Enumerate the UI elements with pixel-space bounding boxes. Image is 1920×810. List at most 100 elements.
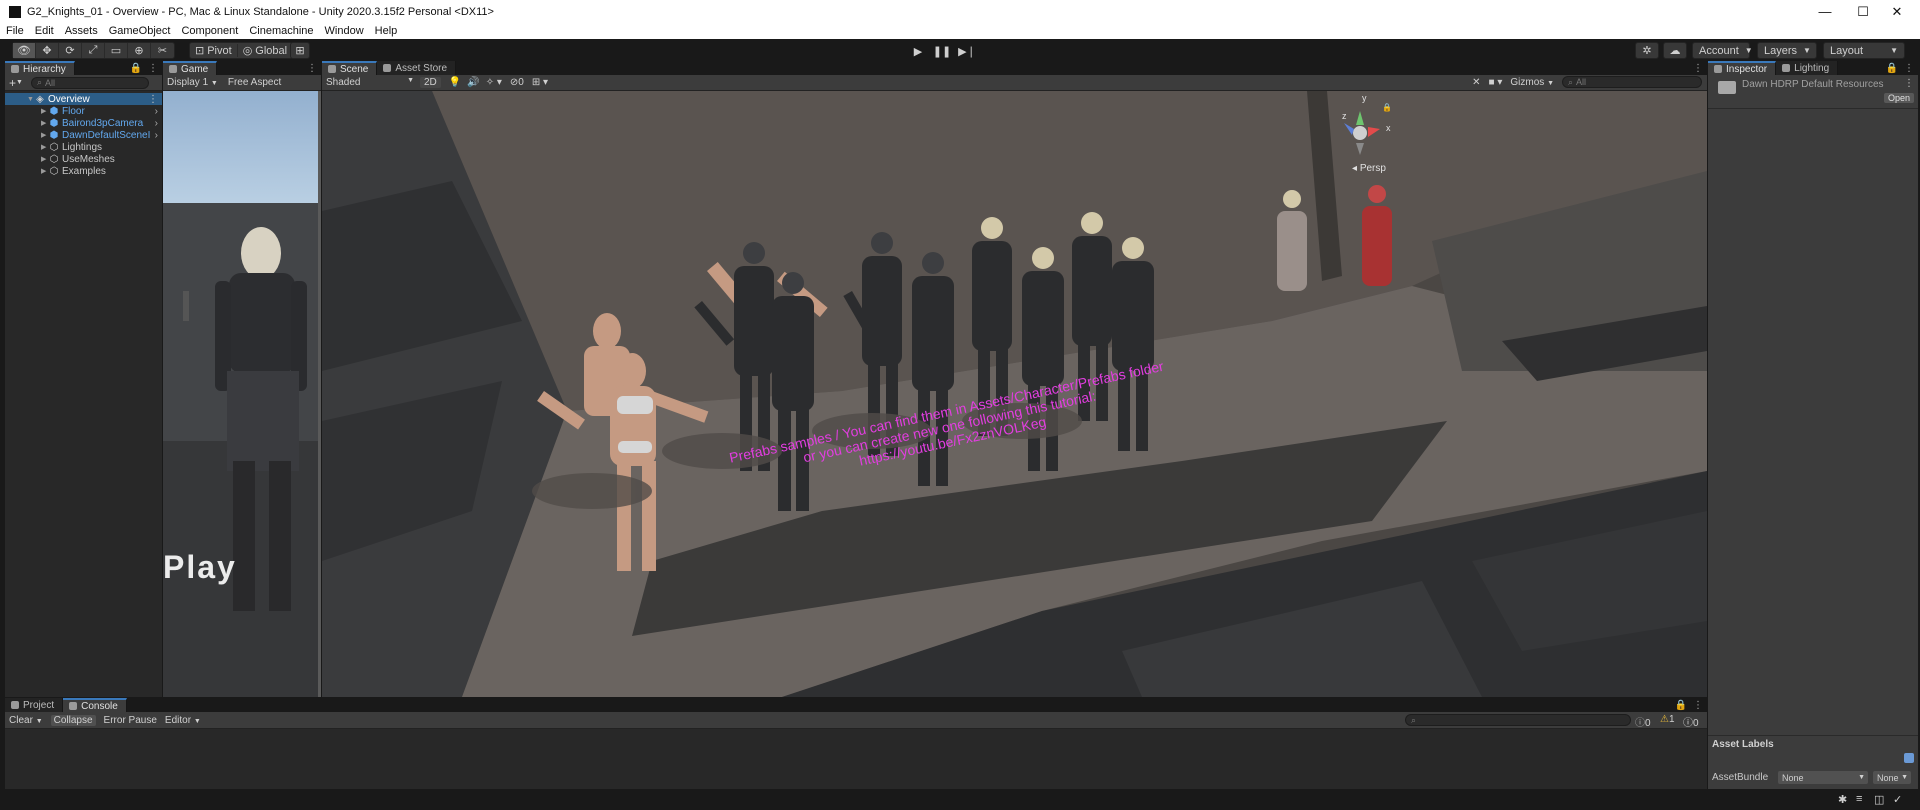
menu-cinemachine[interactable]: Cinemachine	[249, 25, 313, 37]
scale-tool-icon[interactable]: ⤢	[82, 43, 105, 58]
expand-arrow-icon[interactable]: ▶	[41, 155, 49, 163]
more-icon[interactable]: ⋮	[148, 94, 158, 105]
transform-tools: 👁 ✥ ⟳ ⤢ ▭ ⊕ ✂	[12, 42, 175, 59]
lock-icon[interactable]: 🔒	[1886, 63, 1898, 74]
tab-inspector[interactable]: Inspector	[1708, 61, 1777, 75]
asset-variant-dropdown[interactable]: None ▼	[1873, 771, 1911, 784]
pivot-toggle[interactable]: ⊡ Pivot	[190, 44, 237, 58]
expand-arrow-icon[interactable]: ▶	[41, 119, 49, 127]
more-icon[interactable]: ⋮	[1904, 63, 1914, 74]
tools-icon[interactable]: ✕	[1472, 77, 1480, 88]
more-icon[interactable]: ⋮	[1904, 78, 1914, 89]
rect-tool-icon[interactable]: ▭	[105, 43, 128, 58]
more-icon[interactable]: ⋮	[148, 63, 158, 74]
menu-help[interactable]: Help	[375, 25, 398, 37]
hierarchy-item-dawn-default[interactable]: ▶ ⬢ DawnDefaultSceneI ›	[5, 129, 162, 141]
custom-tool-icon[interactable]: ✂	[151, 43, 174, 58]
warning-filter-toggle[interactable]: ⚠1	[1660, 714, 1675, 725]
gizmos-dropdown[interactable]: Gizmos ▼	[1510, 77, 1554, 88]
check-circle-icon[interactable]: ✓	[1893, 793, 1902, 806]
menu-assets[interactable]: Assets	[65, 25, 98, 37]
display-dropdown[interactable]: Display 1 ▼	[167, 77, 218, 88]
lighting-bake-icon[interactable]: ◫	[1874, 793, 1884, 806]
chevron-right-icon[interactable]: ›	[155, 118, 158, 129]
tab-label: Hierarchy	[23, 63, 66, 75]
tab-hierarchy[interactable]: Hierarchy	[5, 61, 75, 75]
bug-icon[interactable]: ✱	[1838, 793, 1847, 806]
tab-scene[interactable]: Scene	[322, 61, 378, 75]
expand-arrow-icon[interactable]: ▶	[41, 131, 49, 139]
menu-gameobject[interactable]: GameObject	[109, 25, 171, 37]
lock-icon[interactable]: 🔒	[130, 63, 142, 74]
clear-dropdown[interactable]: Clear ▼	[9, 715, 43, 726]
layout-dropdown[interactable]: Layout ▼	[1823, 42, 1905, 59]
grid-snap-button[interactable]: ⊞	[290, 42, 310, 59]
toggle-2d-button[interactable]: 2D	[420, 77, 441, 88]
menu-edit[interactable]: Edit	[35, 25, 54, 37]
lighting-toggle-icon[interactable]: 💡	[449, 77, 461, 88]
grid-toggle-icon[interactable]: ⊞ ▾	[532, 77, 548, 88]
collab-button[interactable]: ✲	[1635, 42, 1659, 59]
audio-toggle-icon[interactable]: 🔊	[467, 77, 479, 88]
log-filter-toggle[interactable]: ⓘ0	[1635, 714, 1651, 729]
cloud-button[interactable]: ☁	[1663, 42, 1687, 59]
error-pause-toggle[interactable]: Error Pause	[104, 715, 157, 726]
hidden-objects-toggle[interactable]: ⊘0	[510, 77, 524, 88]
expand-arrow-icon[interactable]: ▶	[41, 167, 49, 175]
asset-bundle-dropdown[interactable]: None ▼	[1778, 771, 1868, 784]
scene-search-input[interactable]: ⌕ All	[1562, 76, 1702, 88]
hierarchy-item-floor[interactable]: ▶ ⬢ Floor ›	[5, 105, 162, 117]
tab-lighting[interactable]: Lighting	[1776, 61, 1839, 75]
close-button[interactable]: ✕	[1874, 0, 1920, 23]
aspect-dropdown[interactable]: Free Aspect	[228, 77, 281, 88]
more-icon[interactable]: ⋮	[1693, 700, 1703, 711]
scene-viewport[interactable]: Prefabs samples / You can find them in A…	[322, 91, 1707, 697]
expand-arrow-icon[interactable]: ▶	[41, 107, 49, 115]
hierarchy-item-usemeshes[interactable]: ▶ ⬡ UseMeshes	[5, 153, 162, 165]
hierarchy-item-camera[interactable]: ▶ ⬢ Bairond3pCamera ›	[5, 117, 162, 129]
chevron-right-icon[interactable]: ›	[155, 130, 158, 141]
persp-label[interactable]: ◂ Persp	[1352, 163, 1386, 174]
console-log-list[interactable]	[5, 729, 1707, 789]
layers-stack-icon[interactable]: ≡	[1856, 793, 1862, 805]
editor-dropdown[interactable]: Editor ▼	[165, 715, 201, 726]
rotate-tool-icon[interactable]: ⟳	[59, 43, 82, 58]
error-filter-toggle[interactable]: ⓘ0	[1683, 714, 1699, 729]
game-viewport[interactable]: Play	[163, 91, 321, 697]
move-tool-icon[interactable]: ✥	[36, 43, 59, 58]
menu-component[interactable]: Component	[181, 25, 238, 37]
expand-arrow-icon[interactable]: ▼	[27, 96, 35, 103]
tag-icon[interactable]	[1904, 753, 1914, 763]
global-toggle[interactable]: ◎ Global	[236, 44, 292, 57]
tab-project[interactable]: Project	[5, 698, 64, 712]
step-button[interactable]: ▶❘	[957, 43, 977, 59]
view-tool-icon[interactable]: 👁	[13, 43, 36, 58]
more-icon[interactable]: ⋮	[307, 63, 317, 74]
collapse-toggle[interactable]: Collapse	[50, 714, 96, 726]
menu-window[interactable]: Window	[325, 25, 364, 37]
lock-icon[interactable]: 🔒	[1675, 700, 1687, 711]
hierarchy-item-lightings[interactable]: ▶ ⬡ Lightings	[5, 141, 162, 153]
hierarchy-search-input[interactable]: ⌕ All	[30, 76, 149, 89]
camera-dropdown-icon[interactable]: ■ ▾	[1489, 77, 1503, 88]
shading-mode-dropdown[interactable]: Shaded ▼	[326, 77, 414, 88]
layers-dropdown[interactable]: Layers ▼	[1757, 42, 1817, 59]
effects-toggle-icon[interactable]: ✧ ▾	[486, 77, 502, 88]
chevron-right-icon[interactable]: ›	[155, 106, 158, 117]
menu-file[interactable]: File	[6, 25, 24, 37]
play-button[interactable]: ▶	[908, 43, 928, 59]
expand-arrow-icon[interactable]: ▶	[41, 143, 49, 151]
console-search-input[interactable]: ⌕	[1405, 714, 1631, 726]
more-icon[interactable]: ⋮	[1693, 63, 1703, 74]
lock-icon[interactable]: 🔒	[1382, 103, 1392, 112]
open-button[interactable]: Open	[1883, 93, 1914, 103]
hierarchy-scene-row[interactable]: ▼ ◈ Overview ⋮	[5, 93, 162, 105]
pause-button[interactable]: ❚❚	[932, 43, 952, 59]
tab-console[interactable]: Console	[63, 698, 127, 712]
transform-tool-icon[interactable]: ⊕	[128, 43, 151, 58]
tab-asset-store[interactable]: Asset Store	[377, 61, 457, 75]
tab-game[interactable]: Game	[163, 61, 218, 75]
account-dropdown[interactable]: Account ▼	[1692, 42, 1753, 59]
add-button[interactable]: +	[9, 76, 16, 90]
hierarchy-item-examples[interactable]: ▶ ⬡ Examples	[5, 165, 162, 177]
